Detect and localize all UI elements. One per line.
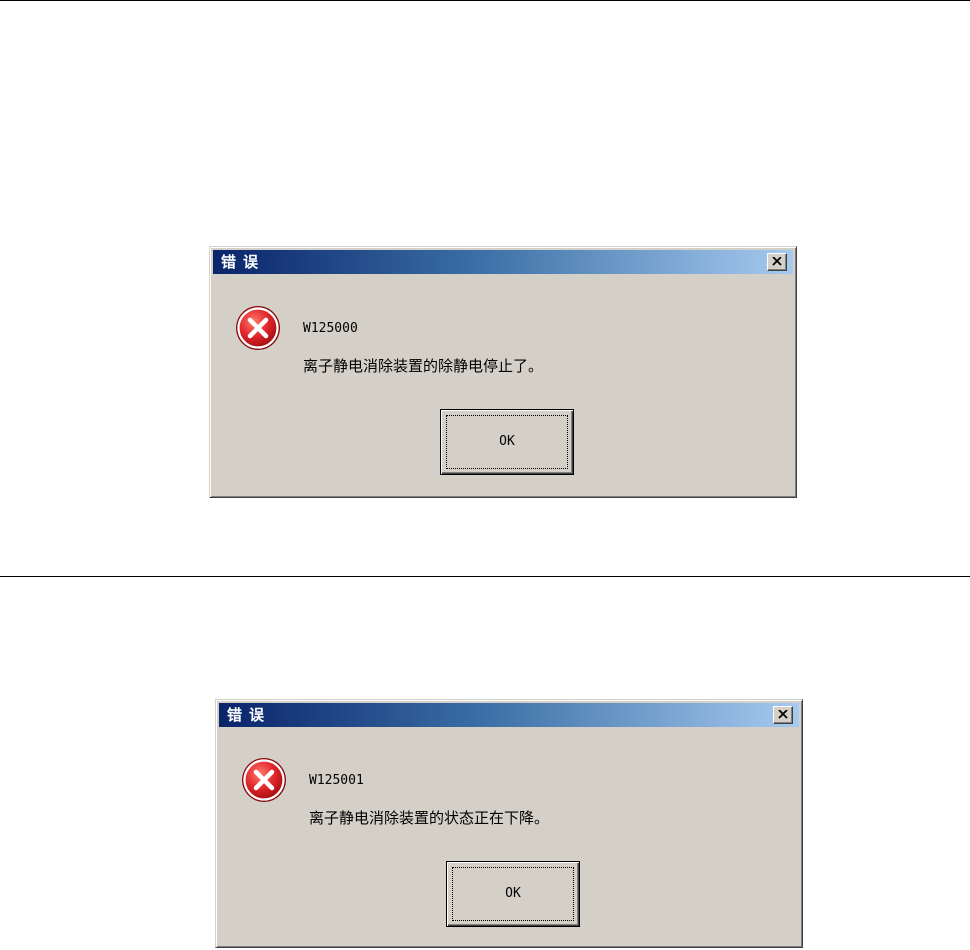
top-divider	[0, 0, 970, 1]
error-icon	[242, 758, 286, 802]
error-dialog-2: 错误 W125001 离子静电消除装置的状态正在下降。 OK	[215, 699, 803, 948]
ok-button[interactable]: OK	[446, 861, 580, 927]
dialog-title: 错误	[227, 706, 272, 724]
close-icon	[778, 710, 788, 719]
ok-button[interactable]: OK	[440, 409, 574, 475]
close-icon	[772, 257, 782, 266]
close-button[interactable]	[773, 706, 793, 724]
middle-divider	[0, 576, 970, 577]
dialog-titlebar[interactable]: 错误	[219, 703, 799, 727]
error-code: W125000	[303, 321, 358, 336]
dialog-title: 错误	[221, 253, 266, 271]
error-dialog-1: 错误 W125000 离子静电消除装置的除静电停止了。 OK	[209, 246, 797, 498]
dialog-titlebar[interactable]: 错误	[213, 250, 793, 274]
close-button[interactable]	[767, 253, 787, 271]
error-message: 离子静电消除装置的除静电停止了。	[303, 357, 544, 375]
error-message: 离子静电消除装置的状态正在下降。	[309, 809, 550, 827]
error-icon	[236, 306, 280, 350]
ok-button-label: OK	[505, 886, 521, 901]
error-code: W125001	[309, 773, 364, 788]
ok-button-label: OK	[499, 434, 515, 449]
